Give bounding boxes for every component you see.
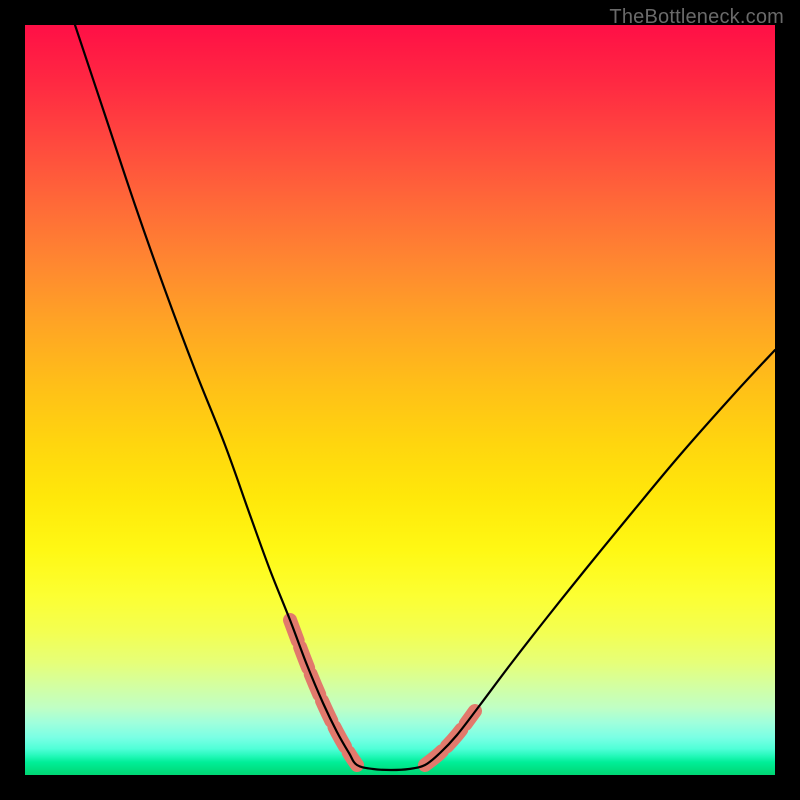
accent-left-dashes <box>290 620 357 765</box>
plot-area <box>25 25 775 775</box>
curve-svg <box>25 25 775 775</box>
accent-right-dashes <box>425 711 475 765</box>
watermark-text: TheBottleneck.com <box>609 6 784 29</box>
main-curve <box>75 25 775 770</box>
